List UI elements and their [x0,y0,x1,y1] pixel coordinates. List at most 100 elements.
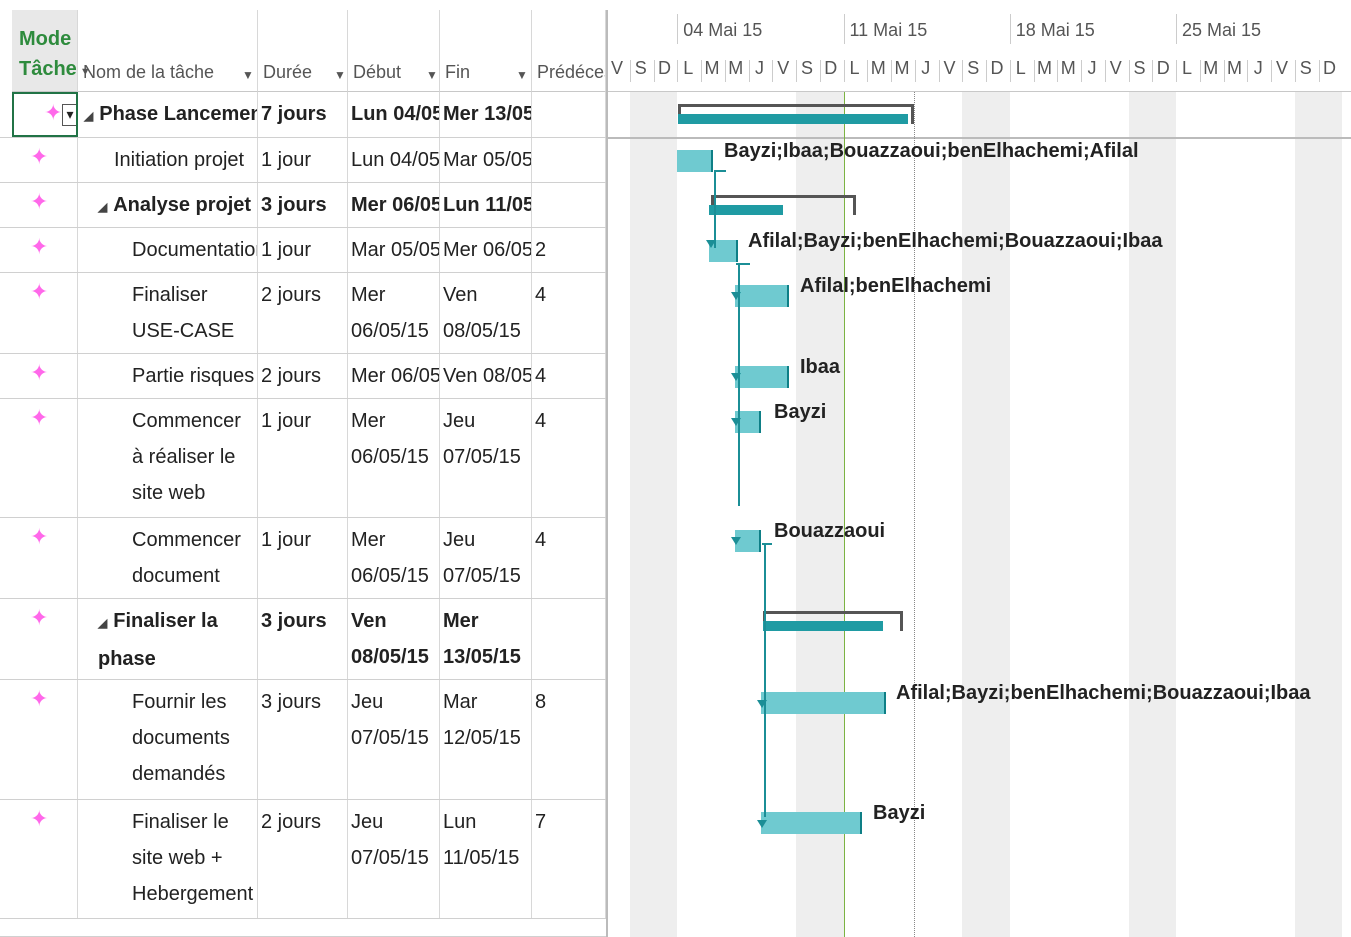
cell-mode[interactable]: ✦ [12,354,78,398]
empty-row[interactable] [0,919,606,937]
cell-name[interactable]: Documentation U [78,228,258,272]
column-header-duration[interactable]: Durée ▼ [258,10,348,92]
task-bar[interactable] [735,366,789,388]
cell-finish[interactable]: Lun 11/05/15 [440,800,532,918]
summary-progress-bar[interactable] [678,114,908,124]
task-row[interactable]: ✦ Initiation projet 1 jour Lun 04/05/15Mar … [0,138,606,183]
cell-name[interactable]: ◢Finaliser la phase Lancement [78,599,258,679]
cell-start[interactable]: Lun 04/05/15 [348,138,440,182]
cell-pred[interactable]: 4 [532,273,606,353]
task-row[interactable]: ✦ ◢ Analyse projet 3 jours Mer 06/05/1Lun 11… [0,183,606,228]
task-bar[interactable] [735,285,789,307]
cell-duration[interactable]: 3 jours [258,680,348,799]
cell-finish[interactable]: Mar 05/05/15 [440,138,532,182]
task-row[interactable]: ✦ Commencer document Vision 1 jour Mer 06/0… [0,518,606,599]
cell-duration[interactable]: 2 jours [258,354,348,398]
cell-pred[interactable]: 4 [532,518,606,598]
cell-pred[interactable] [532,138,606,182]
column-header-predecessors[interactable]: Prédécesse [532,10,606,92]
cell-name[interactable]: Commencer document Vision [78,518,258,598]
name-filter-arrow-icon[interactable]: ▼ [242,68,254,82]
task-bar[interactable] [761,692,886,714]
task-row[interactable]: ✦ Commencer à réaliser le site web 1 jour M… [0,399,606,518]
cell-start[interactable]: Ven 08/05/15 [348,599,440,679]
cell-pred[interactable]: 4 [532,399,606,517]
cell-duration[interactable]: 3 jours [258,599,348,679]
cell-pred[interactable]: 7 [532,800,606,918]
task-row[interactable]: ✦ Partie risques 2 jours Mer 06/05/1Ven 08/… [0,354,606,399]
cell-pred[interactable] [532,92,606,137]
cell-duration[interactable]: 2 jours [258,273,348,353]
cell-name[interactable]: Initiation projet [78,138,258,182]
cell-start[interactable]: Lun 04/05/15 [348,92,440,137]
cell-mode[interactable]: ✦ [12,599,78,679]
cell-finish[interactable]: Jeu 07/05/15 [440,399,532,517]
cell-mode[interactable]: ✦ [12,800,78,918]
cell-finish[interactable]: Ven 08/05/1 [440,354,532,398]
cell-start[interactable]: Mar 05/05/15 [348,228,440,272]
summary-progress-bar[interactable] [709,205,783,215]
column-header-finish[interactable]: Fin ▼ [440,10,532,92]
summary-progress-bar[interactable] [763,621,883,631]
cell-mode[interactable]: ✦ ▾ [12,92,78,137]
task-row[interactable]: ✦◢Finaliser la phase Lancement3 joursVen… [0,599,606,680]
cell-duration[interactable]: 1 jour [258,399,348,517]
start-filter-arrow-icon[interactable]: ▼ [426,68,438,82]
task-row[interactable]: ✦▾ ◢ Phase Lancement7 jours Lun 04/05/15Mer… [0,92,606,138]
cell-name[interactable]: ◢ Analyse projet [78,183,258,227]
cell-start[interactable]: Mer 06/05/15 [348,518,440,598]
task-bar[interactable] [677,150,713,172]
cell-name[interactable]: Partie risques [78,354,258,398]
cell-mode[interactable]: ✦ [12,518,78,598]
cell-pred[interactable] [532,183,606,227]
cell-name[interactable]: Fournir les documents demandés [78,680,258,799]
cell-pred[interactable]: 4 [532,354,606,398]
cell-duration[interactable]: 3 jours [258,183,348,227]
task-row[interactable]: ✦ Finaliser le site web + Hebergement 2 jo… [0,800,606,919]
finish-filter-arrow-icon[interactable]: ▼ [516,68,528,82]
cell-finish[interactable]: Mar 12/05/15 [440,680,532,799]
cell-mode[interactable]: ✦ [12,680,78,799]
collapse-triangle-icon[interactable]: ◢ [98,616,107,630]
cell-mode[interactable]: ✦ [12,138,78,182]
task-row[interactable]: ✦ Fournir les documents demandés 3 jours Je… [0,680,606,800]
cell-start[interactable]: Jeu 07/05/15 [348,680,440,799]
cell-name[interactable]: Commencer à réaliser le site web [78,399,258,517]
cell-start[interactable]: Mer 06/05/15 [348,273,440,353]
cell-mode[interactable]: ✦ [12,273,78,353]
cell-name[interactable]: ◢ Phase Lancement [78,92,258,137]
task-row[interactable]: ✦ Finaliser USE-CASE 2 jours Mer 06/05/15 Ve… [0,273,606,354]
duration-filter-arrow-icon[interactable]: ▼ [334,68,346,82]
column-header-name[interactable]: Nom de la tâche ▼ [78,10,258,92]
cell-start[interactable]: Mer 06/05/1 [348,183,440,227]
cell-finish[interactable]: Mer 13/05/1 [440,92,532,137]
column-header-mode[interactable]: Mode Tâche ▼ [12,10,91,92]
cell-mode[interactable]: ✦ [12,183,78,227]
cell-duration[interactable]: 7 jours [258,92,348,137]
cell-start[interactable]: Mer 06/05/1 [348,354,440,398]
cell-finish[interactable]: Mer 06/05/1 [440,228,532,272]
task-row[interactable]: ✦ Documentation U1 jour Mar 05/05/15Mer 06… [0,228,606,273]
cell-finish[interactable]: Lun 11/05/15 [440,183,532,227]
cell-start[interactable]: Mer 06/05/15 [348,399,440,517]
cell-finish[interactable]: Ven 08/05/15 [440,273,532,353]
cell-name[interactable]: Finaliser USE-CASE [78,273,258,353]
collapse-triangle-icon[interactable]: ◢ [98,200,107,214]
cell-mode[interactable]: ✦ [12,228,78,272]
task-bar[interactable] [761,812,862,834]
cell-duration[interactable]: 1 jour [258,518,348,598]
cell-start[interactable]: Jeu 07/05/15 [348,800,440,918]
cell-finish[interactable]: Mer 13/05/15 [440,599,532,679]
row-dropdown-icon[interactable]: ▾ [62,104,76,126]
cell-finish[interactable]: Jeu 07/05/15 [440,518,532,598]
collapse-triangle-icon[interactable]: ◢ [84,109,93,123]
cell-mode[interactable]: ✦ [12,399,78,517]
cell-pred[interactable]: 8 [532,680,606,799]
cell-duration[interactable]: 1 jour [258,138,348,182]
cell-duration[interactable]: 1 jour [258,228,348,272]
cell-pred[interactable]: 2 [532,228,606,272]
cell-duration[interactable]: 2 jours [258,800,348,918]
column-header-start[interactable]: Début ▼ [348,10,440,92]
cell-name[interactable]: Finaliser le site web + Hebergement [78,800,258,918]
cell-pred[interactable] [532,599,606,679]
